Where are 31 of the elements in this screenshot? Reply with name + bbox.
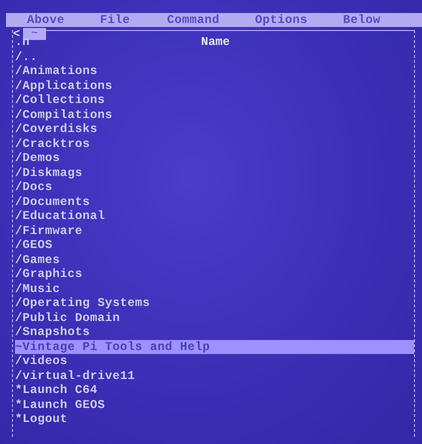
menu-item[interactable]: Command (167, 13, 220, 27)
file-entry[interactable]: /.. (15, 50, 414, 64)
file-entry[interactable]: /virtual-drive11 (15, 368, 414, 383)
file-entry[interactable]: /Animations (15, 64, 414, 78)
file-entry[interactable]: /Cracktros (15, 136, 414, 151)
menu-item[interactable]: Options (255, 13, 308, 27)
file-entry[interactable]: /Graphics (15, 267, 414, 282)
file-entry[interactable]: *Launch C64 (15, 383, 414, 398)
file-entry[interactable]: *Launch GEOS (15, 398, 414, 412)
column-header: Name (201, 35, 230, 50)
file-entry[interactable]: /Educational (15, 209, 414, 224)
file-entry[interactable]: /Applications (15, 78, 414, 93)
menu-item[interactable]: Below (343, 13, 381, 27)
file-entry[interactable]: /videos (15, 354, 414, 368)
menu-item[interactable]: Above (27, 13, 65, 27)
file-entry[interactable]: /Documents (15, 194, 414, 209)
file-entry[interactable]: /Coverdisks (15, 122, 414, 136)
file-entry[interactable]: /Collections (15, 93, 414, 108)
file-entry[interactable]: /Diskmags (15, 166, 414, 180)
file-entry[interactable]: /GEOS (15, 238, 414, 252)
menu-item[interactable]: File (100, 13, 130, 27)
file-entry[interactable]: /Games (15, 252, 414, 267)
file-entry[interactable]: /Snapshots (15, 325, 414, 340)
file-entry[interactable]: /Firmware (15, 224, 414, 238)
file-entry[interactable]: /Music (15, 282, 414, 296)
file-entry[interactable]: /Public Domain (15, 310, 414, 325)
file-entry[interactable]: /Compilations (15, 108, 414, 122)
file-entry[interactable]: /Docs (15, 180, 414, 194)
file-entry[interactable]: /Operating Systems (15, 296, 414, 310)
file-entry[interactable]: *Logout (15, 412, 414, 426)
file-entry[interactable]: /Demos (15, 151, 414, 166)
